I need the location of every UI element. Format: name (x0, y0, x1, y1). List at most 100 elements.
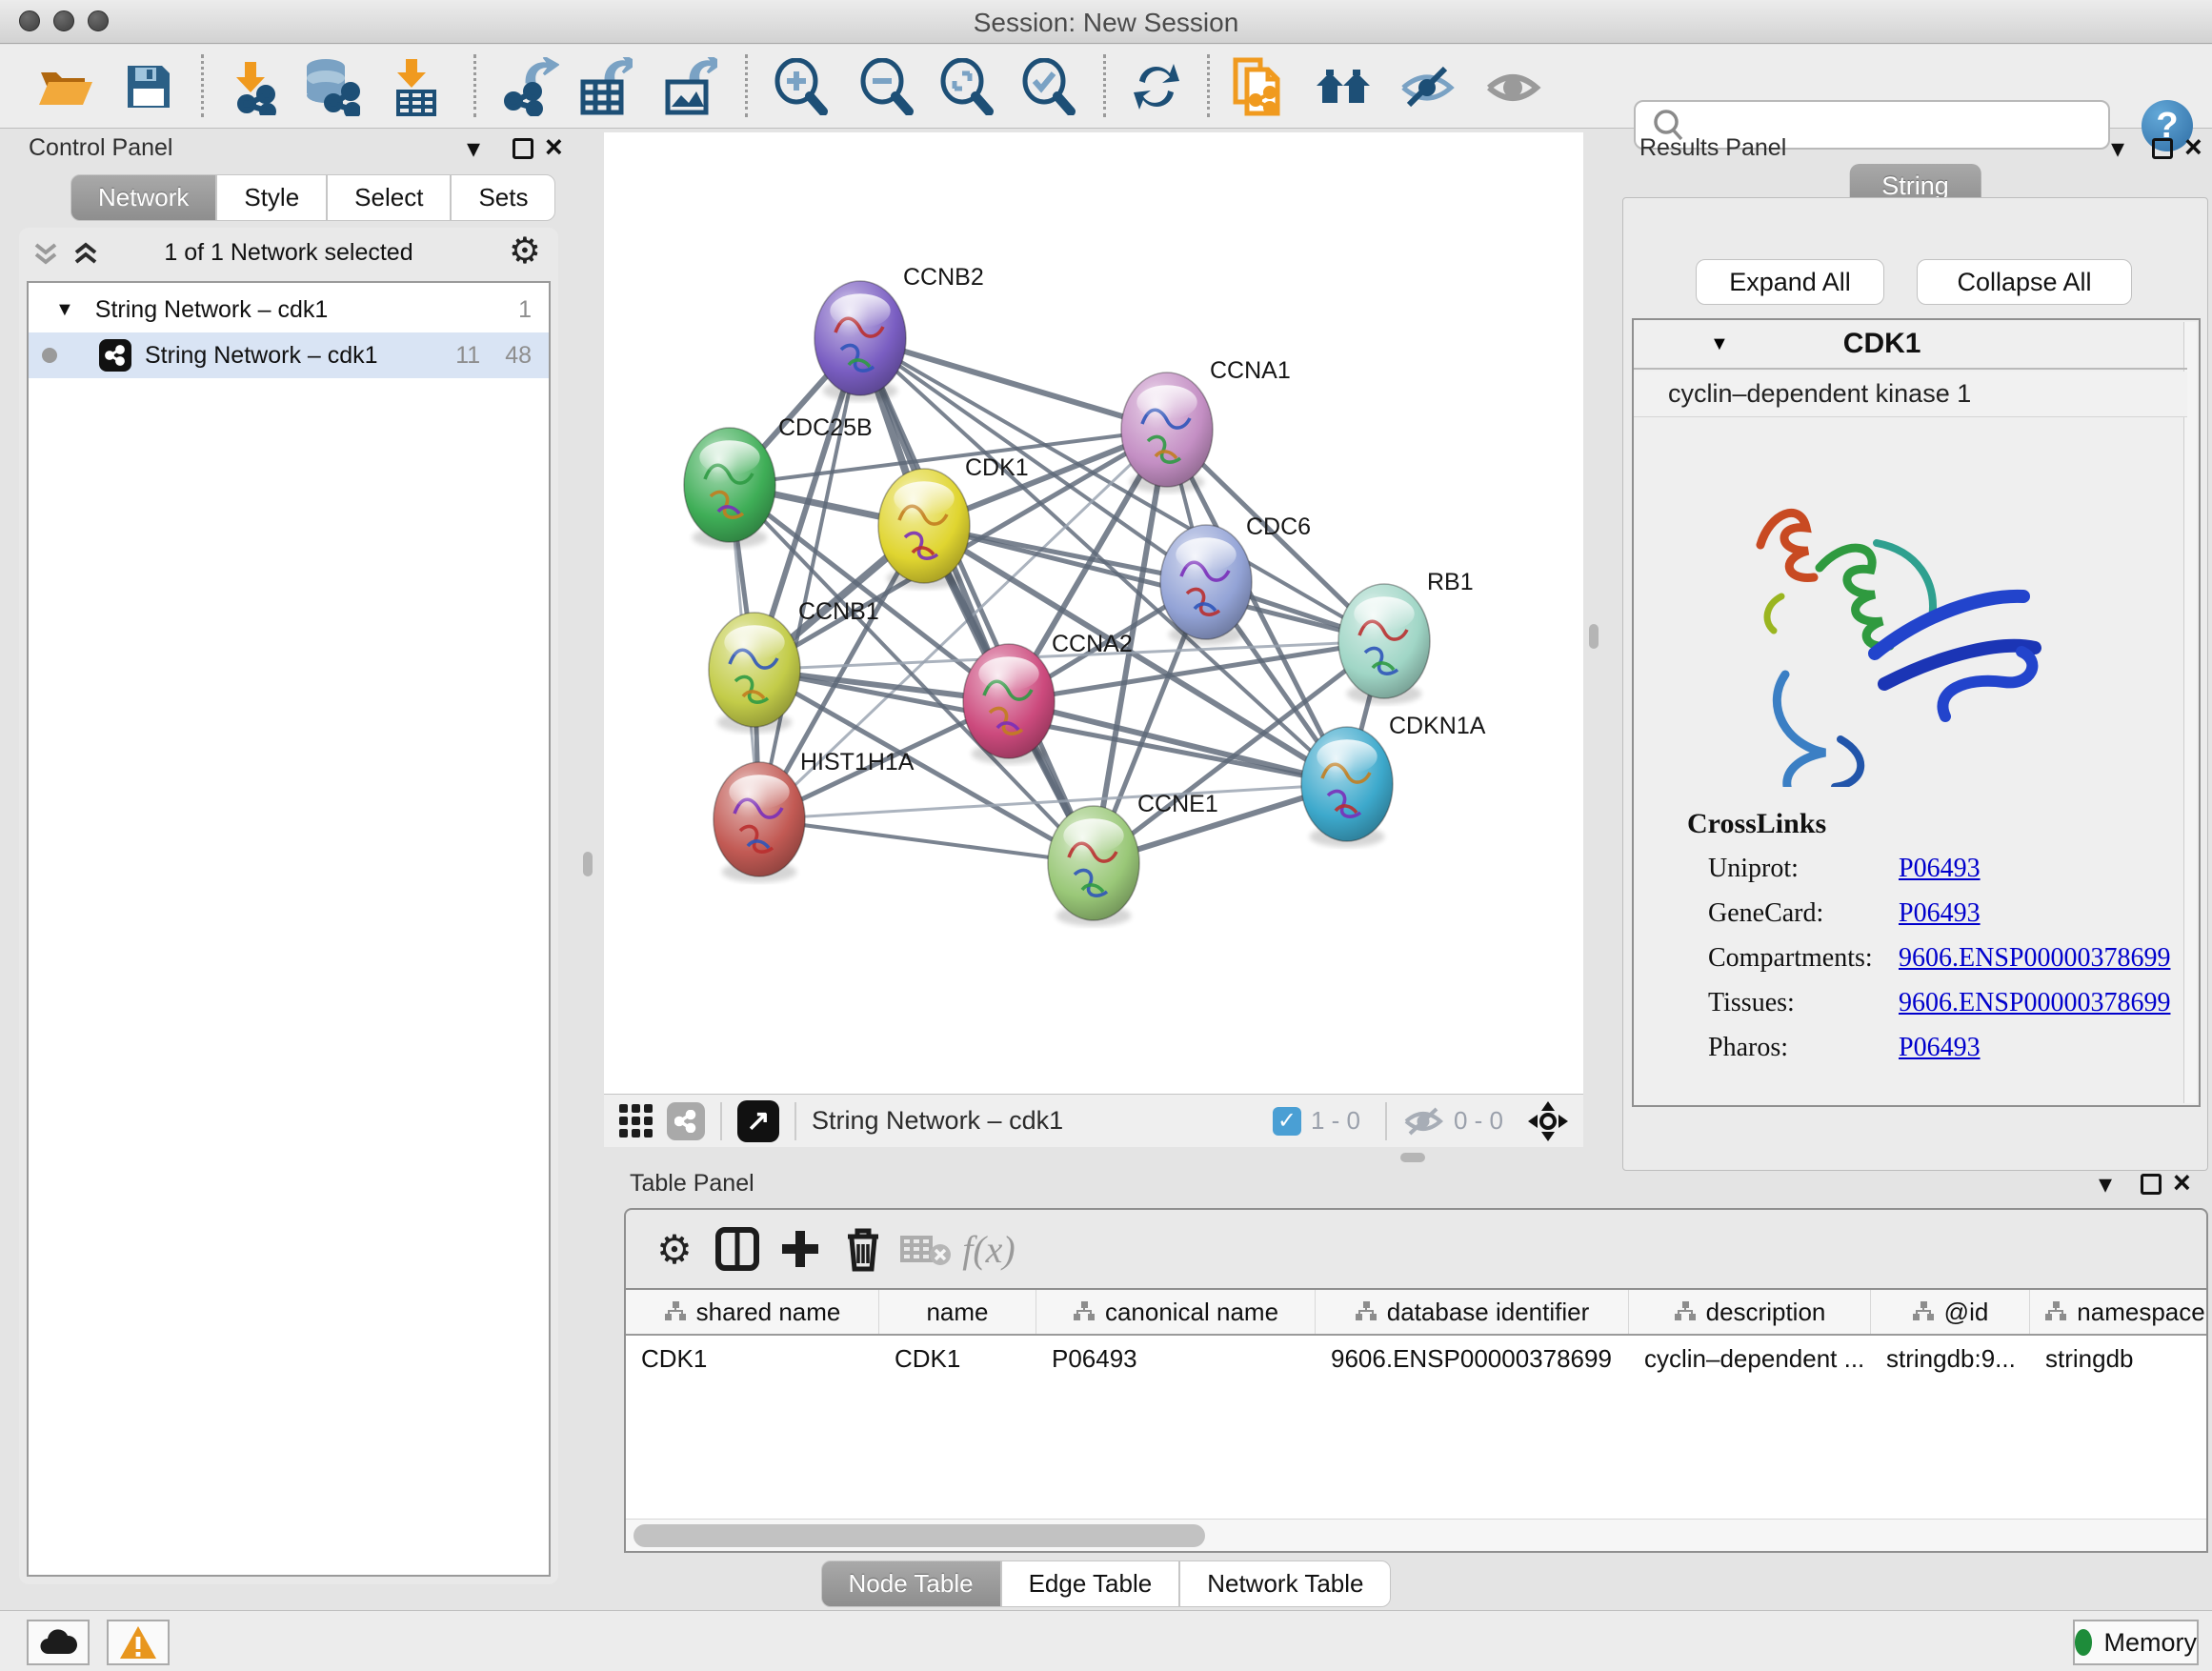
crosslink-link[interactable]: 9606.ENSP00000378699 (1899, 943, 2170, 974)
selected-nodes-checkbox-icon[interactable]: ✓ (1273, 1107, 1301, 1136)
function-builder-icon[interactable]: f(x) (957, 1218, 1020, 1280)
crosslink-link[interactable]: 9606.ENSP00000378699 (1899, 988, 2170, 1018)
splitter-handle[interactable] (583, 852, 593, 876)
show-columns-icon[interactable] (706, 1218, 769, 1280)
scrollbar-thumb[interactable] (633, 1524, 1205, 1547)
add-column-icon[interactable] (769, 1218, 832, 1280)
edge-CCNB2-CCNA1[interactable] (860, 338, 1167, 430)
gene-header-row[interactable]: ▼ CDK1 (1634, 320, 2187, 370)
cell-namespace[interactable]: stringdb (2030, 1338, 2208, 1379)
tab-sets[interactable]: Sets (451, 174, 555, 221)
panel-float-icon[interactable] (513, 138, 533, 159)
panel-float-icon[interactable] (2141, 1174, 2162, 1195)
node-label-CCNB1: CCNB1 (798, 598, 879, 625)
grid-view-icon[interactable] (619, 1104, 654, 1138)
edge-HIST1H1A-CCNE1[interactable] (759, 819, 1094, 863)
crosslink-link[interactable]: P06493 (1899, 898, 1981, 929)
tab-style[interactable]: Style (216, 174, 327, 221)
node-HIST1H1A[interactable] (714, 762, 805, 882)
expand-all-button[interactable]: Expand All (1696, 259, 1884, 305)
node-CCNB2[interactable] (814, 281, 906, 401)
panel-menu-icon[interactable]: ▾ (2099, 1168, 2112, 1199)
tree-expand-icon[interactable]: ▼ (55, 299, 74, 321)
first-neighbors-icon[interactable] (1313, 56, 1374, 117)
node-CCNE1[interactable] (1048, 806, 1139, 926)
gene-collapse-icon[interactable]: ▼ (1710, 333, 1729, 355)
warnings-button[interactable] (107, 1620, 170, 1665)
panel-close-icon[interactable]: × (2173, 1172, 2191, 1193)
detach-view-icon[interactable]: ↗ (737, 1100, 779, 1142)
table-row[interactable]: CDK1CDK1P064939606.ENSP00000378699cyclin… (626, 1338, 2208, 1379)
column-header-database-identifier[interactable]: database identifier (1316, 1290, 1629, 1334)
table-horizontal-scrollbar[interactable] (626, 1519, 2206, 1551)
cloud-status-button[interactable] (27, 1620, 90, 1665)
panel-menu-icon[interactable]: ▾ (467, 132, 480, 164)
tab-select[interactable]: Select (327, 174, 451, 221)
node-label-CCNB2: CCNB2 (903, 264, 984, 291)
delete-table-icon[interactable] (895, 1218, 957, 1280)
network-collection-row[interactable]: ▼ String Network – cdk1 1 (29, 287, 549, 332)
node-CDC25B[interactable] (684, 428, 775, 548)
zoom-selected-icon[interactable] (1017, 56, 1078, 117)
network-view-icon[interactable] (667, 1102, 705, 1140)
delete-column-icon[interactable] (832, 1218, 895, 1280)
results-scrollbar[interactable] (2183, 322, 2197, 1103)
node-CCNA1[interactable] (1121, 372, 1213, 493)
network-view[interactable]: CCNB2CCNA1CDC25BCDK1CDC6RB1CCNB1CCNA2CDK… (604, 132, 1583, 1094)
column-header-@id[interactable]: @id (1871, 1290, 2030, 1334)
network-row-selected[interactable]: String Network – cdk1 11 48 (29, 332, 549, 378)
hide-selected-icon[interactable] (1397, 56, 1458, 117)
save-session-icon[interactable] (118, 56, 179, 117)
tab-network-table[interactable]: Network Table (1179, 1560, 1391, 1607)
node-CCNB1[interactable] (709, 613, 800, 733)
splitter-handle[interactable] (1400, 1153, 1425, 1162)
export-table-icon[interactable] (574, 56, 635, 117)
export-image-icon[interactable] (659, 56, 720, 117)
tab-network[interactable]: Network (70, 174, 216, 221)
tab-edge-table[interactable]: Edge Table (1001, 1560, 1180, 1607)
network-tab-pane: 1 of 1 Network selected ⚙ ▼ String Netwo… (19, 228, 558, 1584)
column-header-description[interactable]: description (1629, 1290, 1871, 1334)
node-RB1[interactable] (1338, 584, 1430, 704)
crosslink-label: GeneCard: (1708, 898, 1823, 928)
column-header-canonical-name[interactable]: canonical name (1036, 1290, 1316, 1334)
copy-network-icon[interactable] (1229, 56, 1290, 117)
network-options-gear-icon[interactable]: ⚙ (509, 230, 541, 272)
node-CDKN1A[interactable] (1301, 727, 1393, 847)
open-session-icon[interactable] (34, 56, 95, 117)
zoom-in-icon[interactable] (770, 56, 831, 117)
birds-eye-toggle-icon[interactable] (1526, 1099, 1570, 1143)
column-header-namespace[interactable]: namespace (2030, 1290, 2208, 1334)
zoom-out-icon[interactable] (855, 56, 916, 117)
column-header-shared-name[interactable]: shared name (626, 1290, 879, 1334)
cell-name[interactable]: CDK1 (879, 1338, 1036, 1379)
splitter-handle[interactable] (1589, 624, 1599, 649)
table-options-gear-icon[interactable]: ⚙ (643, 1218, 706, 1280)
refresh-icon[interactable] (1126, 56, 1187, 117)
edge-CCNB2-CCNE1[interactable] (860, 338, 1094, 863)
cell-shared-name[interactable]: CDK1 (626, 1338, 879, 1379)
cell-description[interactable]: cyclin–dependent ... (1629, 1338, 1871, 1379)
zoom-fit-icon[interactable] (935, 56, 996, 117)
memory-button[interactable]: Memory (2073, 1620, 2199, 1665)
cell-database-identifier[interactable]: 9606.ENSP00000378699 (1316, 1338, 1629, 1379)
network-graph[interactable]: CCNB2CCNA1CDC25BCDK1CDC6RB1CCNB1CCNA2CDK… (604, 132, 1583, 1094)
cell-canonical-name[interactable]: P06493 (1036, 1338, 1316, 1379)
import-table-icon[interactable] (385, 56, 446, 117)
tab-node-table[interactable]: Node Table (821, 1560, 1001, 1607)
panel-close-icon[interactable]: × (2184, 136, 2202, 157)
crosslink-link[interactable]: P06493 (1899, 1033, 1981, 1063)
crosslink-link[interactable]: P06493 (1899, 854, 1981, 884)
column-header-name[interactable]: name (879, 1290, 1036, 1334)
edge-CCNB2-HIST1H1A[interactable] (759, 338, 860, 819)
collapse-all-button[interactable]: Collapse All (1917, 259, 2132, 305)
export-network-icon[interactable] (499, 56, 560, 117)
panel-float-icon[interactable] (2152, 138, 2173, 159)
node-label-CCNA2: CCNA2 (1052, 631, 1133, 657)
panel-close-icon[interactable]: × (545, 136, 563, 157)
panel-menu-icon[interactable]: ▾ (2111, 132, 2124, 164)
import-network-database-icon[interactable] (300, 56, 361, 117)
cell-@id[interactable]: stringdb:9... (1871, 1338, 2030, 1379)
show-all-icon[interactable] (1482, 56, 1543, 117)
import-network-icon[interactable] (222, 56, 283, 117)
